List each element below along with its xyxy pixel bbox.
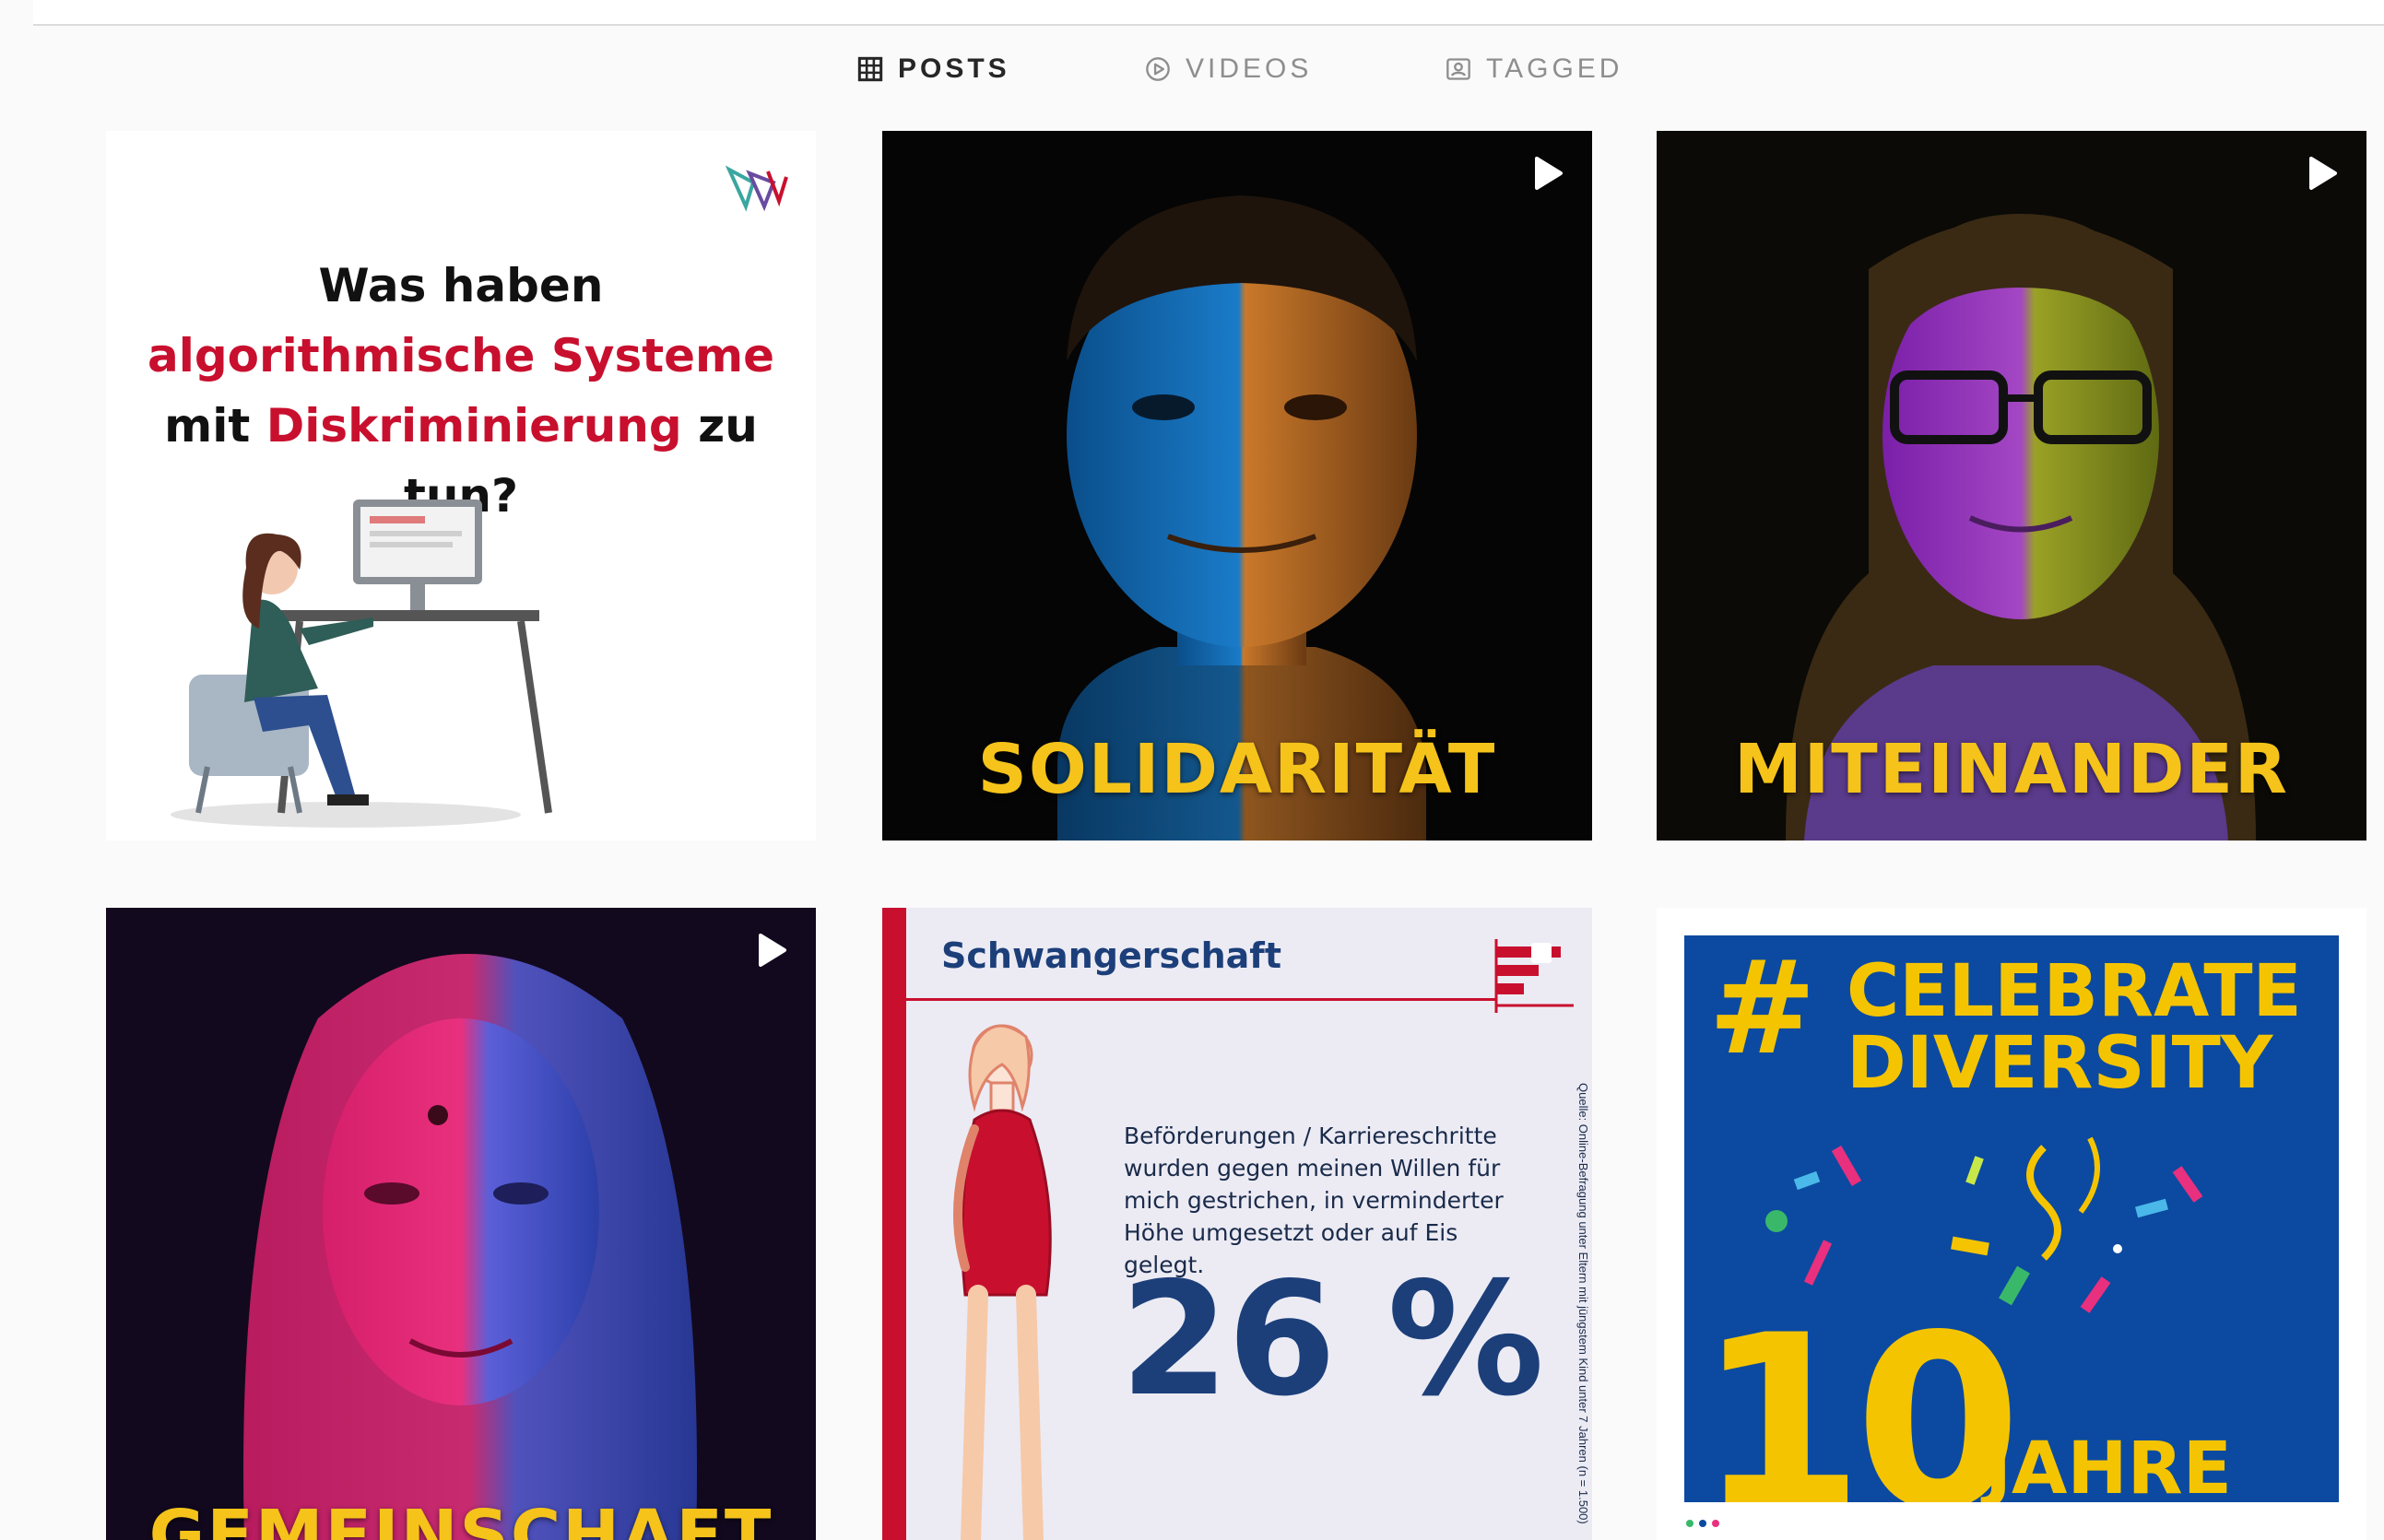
tab-tagged[interactable]: TAGGED (1446, 53, 1623, 85)
post-gemeinschaft[interactable]: GEMEINSCHAFT (106, 908, 816, 1540)
tagged-icon (1446, 56, 1471, 82)
tab-posts-label: POSTS (898, 53, 1010, 84)
overlay-word: MITEINANDER (1734, 730, 2289, 809)
poster-number: 10 (1697, 1285, 2022, 1502)
diversity-poster: # CELEBRATE DIVERSITY 10 JAHRE (1684, 935, 2339, 1502)
headline-line-2: algorithmische Systeme (147, 329, 775, 382)
pregnant-woman-illustration (953, 1024, 1052, 1540)
dot-icon (1699, 1520, 1706, 1527)
red-side-bar (882, 908, 906, 1540)
reel-icon (748, 928, 792, 972)
profile-tabs: POSTS VIDEOS TAGGED (0, 24, 2384, 118)
reel-icon (2298, 151, 2343, 195)
overlay-word: SOLIDARITÄT (977, 730, 1497, 809)
poster-line-1: CELEBRATE (1847, 950, 2302, 1033)
reel-icon (1524, 151, 1568, 195)
post-headline: Was haben algorithmische Systeme mit Dis… (106, 251, 816, 531)
overlay-word: GEMEINSCHAFT (148, 1496, 773, 1540)
post-celebrate-diversity[interactable]: # CELEBRATE DIVERSITY 10 JAHRE (1657, 908, 2366, 1540)
dot-icon (1712, 1520, 1719, 1527)
portrait-woman-bindi-image (243, 954, 697, 1540)
post-algorithms[interactable]: Was haben algorithmische Systeme mit Dis… (106, 131, 816, 841)
infographic-source-note: Quelle: Online-Befragung unter Eltern mi… (1576, 1083, 1590, 1524)
grid-icon (857, 56, 883, 82)
tab-videos[interactable]: VIDEOS (1145, 53, 1312, 85)
footer-logo-dots (1686, 1520, 1719, 1527)
profile-header-divider (33, 0, 2384, 26)
poster-line-2: DIVERSITY (1847, 1022, 2273, 1105)
dot-icon (1686, 1520, 1694, 1527)
infographic-title: Schwangerschaft (941, 935, 1281, 976)
logo-icon (725, 164, 790, 214)
post-solidaritaet[interactable]: SOLIDARITÄT (882, 131, 1592, 841)
video-icon (1145, 56, 1171, 82)
headline-line-3b: Diskriminierung (266, 399, 682, 453)
infographic-percent: 26 % (1120, 1249, 1544, 1431)
title-underline (906, 998, 1496, 1001)
tab-tagged-label: TAGGED (1486, 53, 1623, 84)
bar-chart-icon (1494, 939, 1574, 1013)
headline-line-3a: mit (164, 399, 251, 453)
poster-headline: CELEBRATE DIVERSITY (1847, 956, 2302, 1099)
post-schwangerschaft[interactable]: Schwangerschaft Beförderungen / Karriere… (882, 908, 1592, 1540)
tab-videos-label: VIDEOS (1186, 53, 1313, 84)
side-note-wrap: Quelle: Online-Befragung unter Eltern mi… (1572, 1083, 1590, 1534)
poster-unit: JAHRE (1985, 1428, 2233, 1502)
post-miteinander[interactable]: MITEINANDER (1657, 131, 2366, 841)
tab-posts[interactable]: POSTS (857, 53, 1010, 85)
headline-line-1: Was haben (318, 259, 604, 312)
hash-symbol: # (1708, 935, 1817, 1084)
woman-at-computer-illustration (171, 500, 552, 828)
